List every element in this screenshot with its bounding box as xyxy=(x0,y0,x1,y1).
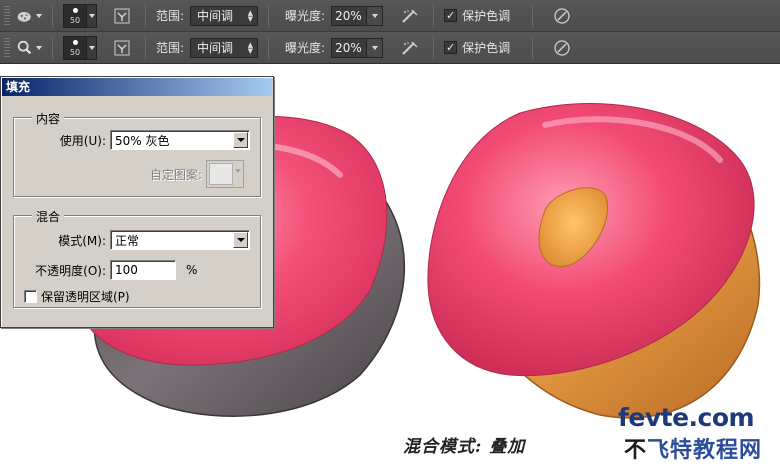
range-select[interactable]: 中间调 ▲ ▼ xyxy=(190,37,259,58)
use-value: 50% 灰色 xyxy=(115,133,170,148)
toolbar-divider xyxy=(145,36,146,59)
blend-group-legend: 混合 xyxy=(32,208,65,225)
options-bar-bottom: 50 范围: 中间调 ▲ ▼ 曝光度: 20% ✓ 保护色调 xyxy=(0,32,780,64)
exposure-dropdown[interactable] xyxy=(367,5,384,26)
brush-panel-icon[interactable] xyxy=(109,5,135,27)
airbrush-icon[interactable] xyxy=(397,37,423,59)
mode-select[interactable]: 正常 xyxy=(110,230,250,250)
exposure-dropdown[interactable] xyxy=(367,37,384,58)
use-label: 使用(U): xyxy=(59,133,106,148)
brush-size-preview[interactable]: 50 xyxy=(63,3,87,28)
mode-value: 正常 xyxy=(115,233,140,248)
blend-group: 混合 模式(M): 正常 不透明度(O): 100 % 保留透明区域(P) xyxy=(13,208,261,308)
brush-panel-icon[interactable] xyxy=(109,37,135,59)
exposure-label: 曝光度: xyxy=(285,41,326,55)
custom-pattern-label: 自定图案: xyxy=(149,167,202,182)
opacity-input[interactable]: 100 xyxy=(110,260,176,280)
toolbar-divider xyxy=(145,4,146,27)
range-value: 中间调 xyxy=(197,9,234,23)
protect-tones-checkbox[interactable]: ✓ xyxy=(444,9,458,22)
exposure-input[interactable]: 20% xyxy=(331,37,368,58)
chevron-down-icon xyxy=(371,45,378,50)
pressure-size-icon[interactable] xyxy=(549,37,575,59)
toolbar-divider xyxy=(433,36,435,59)
opacity-value: 100 xyxy=(115,263,138,277)
airbrush-icon[interactable] xyxy=(397,5,423,27)
opacity-label: 不透明度(O): xyxy=(35,263,106,278)
mode-label: 模式(M): xyxy=(58,233,106,248)
exposure-input[interactable]: 20% xyxy=(331,5,368,26)
protect-tones-label: 保护色调 xyxy=(462,9,511,23)
zoom-icon[interactable] xyxy=(16,37,42,59)
toolbar-grip[interactable] xyxy=(4,5,10,26)
preserve-transparency-label: 保留透明区域(P) xyxy=(41,290,130,304)
blend-mode-caption: 混合模式: 叠加 xyxy=(403,437,526,457)
chevron-down-icon xyxy=(235,169,241,173)
content-group-legend: 内容 xyxy=(32,110,65,127)
preserve-transparency-checkbox[interactable] xyxy=(24,290,37,303)
pressure-size-icon[interactable] xyxy=(549,5,575,27)
exposure-label: 曝光度: xyxy=(285,9,326,23)
sponge-icon[interactable] xyxy=(16,5,42,27)
exposure-value: 20% xyxy=(335,8,362,23)
watermark-prefix: 不 xyxy=(624,438,648,463)
toolbar-divider xyxy=(268,4,270,27)
mode-dropdown-button[interactable] xyxy=(233,232,248,248)
brush-picker-dropdown[interactable] xyxy=(87,35,97,60)
watermark-site: fevte.com xyxy=(618,403,755,432)
options-bar-top: 50 范围: 中间调 ▲ ▼ 曝光度: 20% ✓ 保护色调 xyxy=(0,0,780,32)
toolbar-divider xyxy=(433,4,435,27)
brush-picker-dropdown[interactable] xyxy=(87,3,97,28)
fill-dialog: 填充 内容 使用(U): 50% 灰色 自定图案: 混合 模式(M): 正常 不… xyxy=(0,76,274,328)
chevron-down-icon xyxy=(88,45,95,50)
use-select[interactable]: 50% 灰色 xyxy=(110,130,250,150)
watermark-brand: 飞特教程网 xyxy=(647,438,763,463)
range-value: 中间调 xyxy=(197,41,234,55)
pattern-swatch xyxy=(209,163,233,185)
tool-preset-chevron-icon[interactable] xyxy=(36,13,42,18)
toolbar-divider xyxy=(268,36,270,59)
use-dropdown-button[interactable] xyxy=(233,132,248,148)
range-label: 范围: xyxy=(156,9,185,23)
chevron-down-icon xyxy=(88,13,95,18)
opacity-unit: % xyxy=(186,263,198,277)
chevron-down-icon xyxy=(371,13,378,18)
protect-tones-label: 保护色调 xyxy=(462,41,511,55)
brush-dot-icon xyxy=(72,39,78,45)
brush-dot-icon xyxy=(72,7,78,13)
toolbar-divider xyxy=(52,36,53,59)
custom-pattern-picker xyxy=(206,160,244,188)
brush-size-preview[interactable]: 50 xyxy=(63,35,87,60)
dialog-title[interactable]: 填充 xyxy=(2,78,272,96)
toolbar-grip[interactable] xyxy=(4,37,10,58)
updown-arrows-icon: ▲ ▼ xyxy=(247,8,254,23)
range-label: 范围: xyxy=(156,41,185,55)
updown-arrows-icon: ▲ ▼ xyxy=(247,40,254,55)
tool-preset-chevron-icon[interactable] xyxy=(36,45,42,50)
toolbar-divider xyxy=(52,4,53,27)
donut-right xyxy=(427,103,761,419)
brush-size-value: 50 xyxy=(69,15,81,25)
watermark-name: 不飞特教程网 xyxy=(624,432,762,464)
chevron-down-icon xyxy=(236,138,245,142)
exposure-value: 20% xyxy=(335,40,362,55)
toolbar-divider xyxy=(532,36,534,59)
chevron-down-icon xyxy=(236,238,245,242)
toolbar-divider xyxy=(532,4,534,27)
range-select[interactable]: 中间调 ▲ ▼ xyxy=(190,5,259,26)
brush-size-value: 50 xyxy=(69,47,81,57)
content-group: 内容 使用(U): 50% 灰色 自定图案: xyxy=(13,110,261,197)
protect-tones-checkbox[interactable]: ✓ xyxy=(444,41,458,54)
